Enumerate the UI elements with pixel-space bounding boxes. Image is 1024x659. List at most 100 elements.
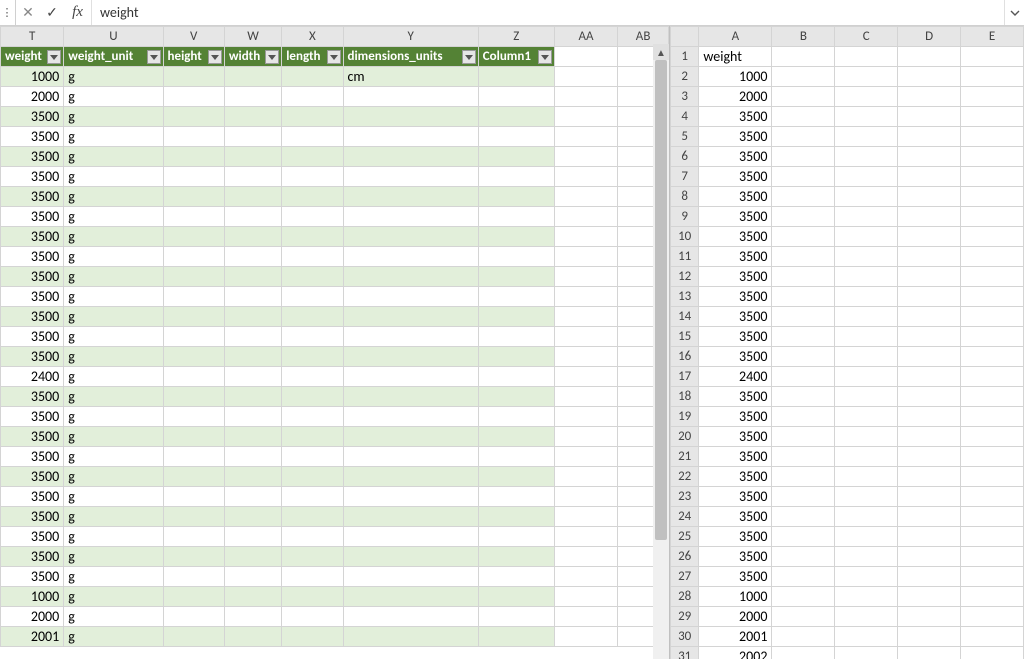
cell-width[interactable] [224, 327, 281, 347]
cell-B9[interactable] [772, 207, 835, 227]
cell-height[interactable] [163, 387, 224, 407]
cell-weight-unit[interactable]: g [64, 287, 163, 307]
filter-icon[interactable] [327, 50, 341, 64]
cell-weight[interactable]: 3500 [1, 167, 64, 187]
cell-B23[interactable] [772, 487, 835, 507]
column-header-E[interactable]: E [961, 27, 1024, 47]
cell-B5[interactable] [772, 127, 835, 147]
cell-height[interactable] [163, 107, 224, 127]
cell-A23[interactable]: 3500 [699, 487, 772, 507]
row-header-16[interactable]: 16 [671, 347, 699, 367]
cell-D19[interactable] [898, 407, 961, 427]
cell-C18[interactable] [835, 387, 898, 407]
cell-height[interactable] [163, 307, 224, 327]
cell-D5[interactable] [898, 127, 961, 147]
filter-icon[interactable] [538, 50, 552, 64]
cell-column1[interactable] [478, 487, 554, 507]
cell-D4[interactable] [898, 107, 961, 127]
cell-E24[interactable] [961, 507, 1024, 527]
cell-C19[interactable] [835, 407, 898, 427]
cell-D12[interactable] [898, 267, 961, 287]
cell-weight[interactable]: 3500 [1, 307, 64, 327]
cell-height[interactable] [163, 267, 224, 287]
cell[interactable] [554, 467, 617, 487]
cell-weight[interactable]: 3500 [1, 127, 64, 147]
cell-C14[interactable] [835, 307, 898, 327]
cell-C22[interactable] [835, 467, 898, 487]
cell-C25[interactable] [835, 527, 898, 547]
cell[interactable] [554, 547, 617, 567]
cell-B4[interactable] [772, 107, 835, 127]
cell-weight-unit[interactable]: g [64, 447, 163, 467]
cell-width[interactable] [224, 347, 281, 367]
cell-column1[interactable] [478, 347, 554, 367]
cell-A12[interactable]: 3500 [699, 267, 772, 287]
cell-A3[interactable]: 2000 [699, 87, 772, 107]
cell-column1[interactable] [478, 227, 554, 247]
table-header-Column1[interactable]: Column1 [478, 47, 554, 67]
cell[interactable] [554, 307, 617, 327]
cell-dim-units[interactable] [343, 107, 478, 127]
cell-E18[interactable] [961, 387, 1024, 407]
cell-height[interactable] [163, 327, 224, 347]
cell-weight[interactable]: 3500 [1, 407, 64, 427]
column-header-V[interactable]: V [163, 27, 224, 47]
cell-E31[interactable] [961, 647, 1024, 659]
cell-D13[interactable] [898, 287, 961, 307]
cell-E4[interactable] [961, 107, 1024, 127]
column-header-U[interactable]: U [64, 27, 163, 47]
scroll-thumb[interactable] [655, 60, 667, 540]
cell-column1[interactable] [478, 567, 554, 587]
cell[interactable] [554, 587, 617, 607]
cell-dim-units[interactable] [343, 607, 478, 627]
cell[interactable] [554, 287, 617, 307]
cell-A19[interactable]: 3500 [699, 407, 772, 427]
cell-width[interactable] [224, 367, 281, 387]
filter-icon[interactable] [265, 50, 279, 64]
cell-length[interactable] [282, 207, 343, 227]
cell-length[interactable] [282, 67, 343, 87]
column-header-X[interactable]: X [282, 27, 343, 47]
cell-E29[interactable] [961, 607, 1024, 627]
cell-weight-unit[interactable]: g [64, 267, 163, 287]
cell-width[interactable] [224, 207, 281, 227]
table-header-width[interactable]: width [224, 47, 281, 67]
cell-weight[interactable]: 2400 [1, 367, 64, 387]
cell-E11[interactable] [961, 247, 1024, 267]
cell-dim-units[interactable] [343, 287, 478, 307]
cell-A5[interactable]: 3500 [699, 127, 772, 147]
cell-width[interactable] [224, 147, 281, 167]
cell-width[interactable] [224, 547, 281, 567]
cell-D10[interactable] [898, 227, 961, 247]
cell-dim-units[interactable] [343, 427, 478, 447]
cell-C21[interactable] [835, 447, 898, 467]
cell-width[interactable] [224, 387, 281, 407]
cell[interactable] [554, 607, 617, 627]
cell-B8[interactable] [772, 187, 835, 207]
cell-A7[interactable]: 3500 [699, 167, 772, 187]
cell-width[interactable] [224, 627, 281, 647]
cell-weight-unit[interactable]: g [64, 587, 163, 607]
cell-A17[interactable]: 2400 [699, 367, 772, 387]
cell-E3[interactable] [961, 87, 1024, 107]
cell-column1[interactable] [478, 427, 554, 447]
cell-width[interactable] [224, 407, 281, 427]
cell-D9[interactable] [898, 207, 961, 227]
cell-E14[interactable] [961, 307, 1024, 327]
cell-length[interactable] [282, 147, 343, 167]
cell-B16[interactable] [772, 347, 835, 367]
cell[interactable] [554, 527, 617, 547]
row-header-21[interactable]: 21 [671, 447, 699, 467]
cell-D1[interactable] [898, 47, 961, 67]
cell-weight-unit[interactable]: g [64, 67, 163, 87]
cell-A27[interactable]: 3500 [699, 567, 772, 587]
cell-A15[interactable]: 3500 [699, 327, 772, 347]
cell-height[interactable] [163, 527, 224, 547]
accept-formula-button[interactable]: ✓ [40, 0, 64, 25]
cell-height[interactable] [163, 367, 224, 387]
cell-D3[interactable] [898, 87, 961, 107]
cell-C29[interactable] [835, 607, 898, 627]
cell-weight-unit[interactable]: g [64, 507, 163, 527]
cell-width[interactable] [224, 307, 281, 327]
cell-C20[interactable] [835, 427, 898, 447]
